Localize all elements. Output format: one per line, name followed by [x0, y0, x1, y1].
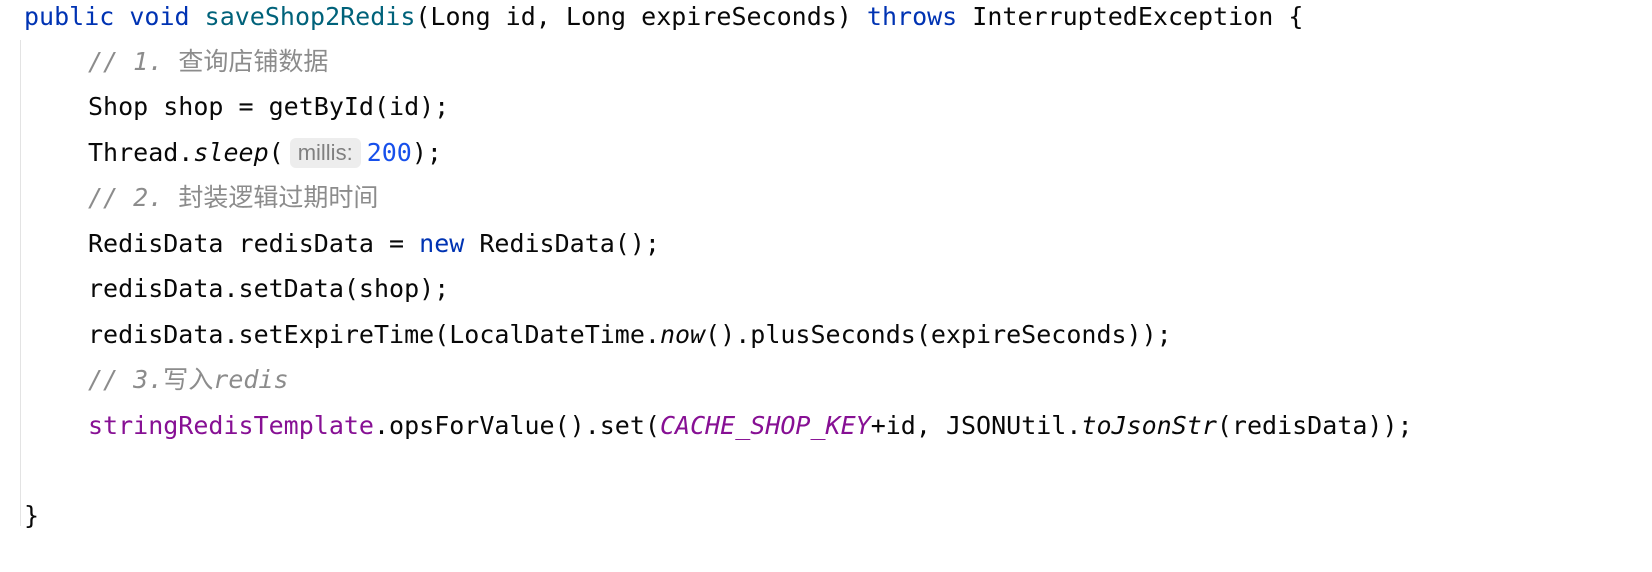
thread-class: Thread. — [88, 138, 194, 167]
set-expire-rest: ().plusSeconds(expireSeconds)); — [705, 320, 1172, 349]
indent-guide — [20, 40, 21, 526]
comment-prefix: // 2. — [88, 183, 179, 212]
open-paren: ( — [268, 138, 284, 167]
code-line-3[interactable]: Shop shop = getById(id); — [88, 90, 449, 124]
statement-set-data: redisData.setData(shop); — [88, 274, 450, 303]
comment-text: 查询店铺数据 — [178, 47, 329, 76]
code-line-4[interactable]: Thread.sleep(millis: 200); — [88, 136, 442, 170]
code-line-6[interactable]: RedisData redisData = new RedisData(); — [88, 227, 660, 261]
comment-rest: redis — [213, 365, 289, 394]
comment-prefix: // 3. — [88, 365, 164, 394]
constant-cache-shop-key: CACHE_SHOP_KEY — [659, 411, 871, 440]
comment-cjk: 写入 — [163, 365, 214, 394]
method-params: (Long id, Long expireSeconds) — [415, 2, 867, 31]
statement-get-shop: Shop shop = getById(id); — [88, 92, 450, 121]
method-declaration-name: saveShop2Redis — [204, 2, 416, 31]
parameter-hint-millis: millis: — [289, 138, 361, 168]
comment-wrap-expire: // 2. 封装逻辑过期时间 — [88, 183, 378, 212]
exception-type: InterruptedException { — [957, 2, 1304, 31]
sleep-method: sleep — [193, 138, 269, 167]
code-line-1[interactable]: public void saveShop2Redis(Long id, Long… — [24, 0, 1303, 34]
comment-text: 封装逻辑过期时间 — [178, 183, 379, 212]
code-editor[interactable]: public void saveShop2Redis(Long id, Long… — [0, 0, 1652, 572]
close-paren: ); — [411, 138, 442, 167]
code-line-2[interactable]: // 1. 查询店铺数据 — [88, 45, 328, 79]
comment-query-shop: // 1. 查询店铺数据 — [88, 47, 328, 76]
code-line-9[interactable]: // 3.写入redis — [88, 363, 289, 397]
code-line-5[interactable]: // 2. 封装逻辑过期时间 — [88, 181, 378, 215]
jsonutil-class: +id, JSONUtil. — [870, 411, 1082, 440]
constructor-call: RedisData(); — [464, 229, 660, 258]
to-json-str-method: toJsonStr — [1081, 411, 1217, 440]
keyword-new: new — [419, 229, 465, 258]
number-literal: 200 — [366, 138, 412, 167]
comment-prefix: // 1. — [88, 47, 179, 76]
keyword-void: void — [129, 2, 190, 31]
call-close: (redisData)); — [1216, 411, 1413, 440]
keyword-throws: throws — [866, 2, 958, 31]
code-line-10[interactable]: stringRedisTemplate.opsForValue().set(CA… — [88, 409, 1413, 443]
closing-brace: } — [24, 501, 40, 530]
code-line-12[interactable]: } — [24, 499, 39, 533]
field-string-redis-template: stringRedisTemplate — [88, 411, 374, 440]
comment-write-redis: // 3.写入redis — [88, 365, 289, 394]
now-method: now — [659, 320, 706, 349]
ops-for-value-call: .opsForValue().set( — [373, 411, 660, 440]
keyword-public: public — [24, 2, 115, 31]
redisdata-declaration: RedisData redisData = — [88, 229, 420, 258]
set-expire-prefix: redisData.setExpireTime(LocalDateTime. — [88, 320, 660, 349]
code-line-8[interactable]: redisData.setExpireTime(LocalDateTime.no… — [88, 318, 1172, 352]
code-line-7[interactable]: redisData.setData(shop); — [88, 272, 449, 306]
